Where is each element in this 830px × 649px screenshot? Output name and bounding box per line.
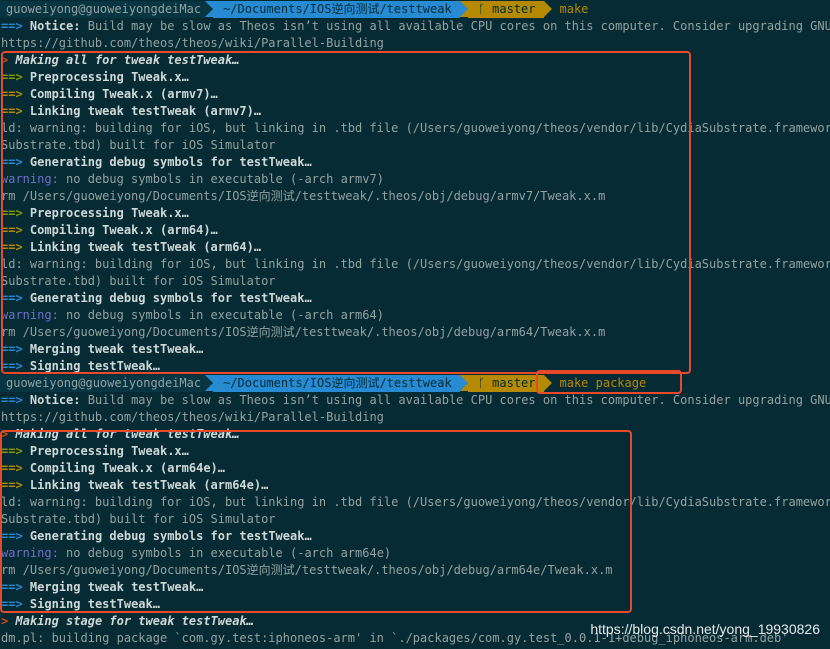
shell-prompt: guoweiyong@guoweiyongdeiMac ~/Documents/I…: [0, 1, 588, 18]
output-line: > Making stage for tweak testTweak…: [1, 614, 254, 628]
prompt-path: ~/Documents/IOS逆向测试/testtweak: [213, 375, 460, 392]
output-line: ==> Generating debug symbols for testTwe…: [1, 291, 312, 305]
output-line: ld: warning: building for iOS, but linki…: [1, 495, 830, 509]
output-line: ==> Generating debug symbols for testTwe…: [1, 529, 312, 543]
output-line: ==> Linking tweak testTweak (arm64e)…: [1, 478, 269, 492]
output-line: > Making all for tweak testTweak…: [1, 427, 240, 441]
output-line: Substrate.tbd) built for iOS Simulator: [1, 512, 276, 526]
output-line: ==> Signing testTweak…: [1, 359, 160, 373]
output-line: ==> Merging tweak testTweak…: [1, 580, 204, 594]
output-line: ==> Signing testTweak…: [1, 597, 160, 611]
prompt-user-host: guoweiyong@guoweiyongdeiMac: [0, 1, 206, 18]
watermark: https://blog.csdn.net/yong_19930826: [590, 621, 820, 637]
output-line: https://github.com/theos/theos/wiki/Para…: [1, 36, 384, 50]
output-line: ==> Compiling Tweak.x (arm64)…: [1, 223, 218, 237]
output-line: ==> Preprocessing Tweak.x…: [1, 70, 189, 84]
output-line: warning: no debug symbols in executable …: [1, 308, 384, 322]
output-line: ==> Linking tweak testTweak (arm64)…: [1, 240, 262, 254]
output-line: ld: warning: building for iOS, but linki…: [1, 257, 830, 271]
output-line: ==> Preprocessing Tweak.x…: [1, 206, 189, 220]
output-line: ==> Notice: Build may be slow as Theos i…: [1, 19, 830, 33]
output-line: Substrate.tbd) built for iOS Simulator: [1, 274, 276, 288]
output-line: warning: no debug symbols in executable …: [1, 546, 392, 560]
output-line: ==> Linking tweak testTweak (armv7)…: [1, 104, 262, 118]
output-line: warning: no debug symbols in executable …: [1, 172, 384, 186]
output-line: ==> Compiling Tweak.x (armv7)…: [1, 87, 218, 101]
output-line: ==> Notice: Build may be slow as Theos i…: [1, 393, 830, 407]
output-line: ld: warning: building for iOS, but linki…: [1, 121, 830, 135]
output-line: rm /Users/guoweiyong/Documents/IOS逆向测试/t…: [1, 563, 613, 577]
output-line: https://github.com/theos/theos/wiki/Para…: [1, 410, 384, 424]
git-branch-icon: ᚴ: [477, 376, 493, 390]
command-text: make package: [559, 376, 647, 390]
output-line: ==> Merging tweak testTweak…: [1, 342, 204, 356]
output-line: ==> Preprocessing Tweak.x…: [1, 444, 189, 458]
output-line: ==> Generating debug symbols for testTwe…: [1, 155, 312, 169]
output-line: > Making all for tweak testTweak…: [1, 53, 240, 67]
prompt-git-branch: ᚴ master: [467, 375, 544, 392]
prompt-git-branch: ᚴ master: [467, 1, 544, 18]
output-line: rm /Users/guoweiyong/Documents/IOS逆向测试/t…: [1, 325, 606, 339]
command-text: make: [559, 2, 589, 16]
prompt-user-host: guoweiyong@guoweiyongdeiMac: [0, 375, 206, 392]
output-line: ==> Compiling Tweak.x (arm64e)…: [1, 461, 225, 475]
output-line: Substrate.tbd) built for iOS Simulator: [1, 138, 276, 152]
prompt-path: ~/Documents/IOS逆向测试/testtweak: [213, 1, 460, 18]
output-line: rm /Users/guoweiyong/Documents/IOS逆向测试/t…: [1, 189, 606, 203]
terminal-window[interactable]: guoweiyong@guoweiyongdeiMac ~/Documents/I…: [0, 0, 830, 649]
shell-prompt: guoweiyong@guoweiyongdeiMac ~/Documents/I…: [0, 375, 646, 392]
git-branch-icon: ᚴ: [477, 2, 493, 16]
